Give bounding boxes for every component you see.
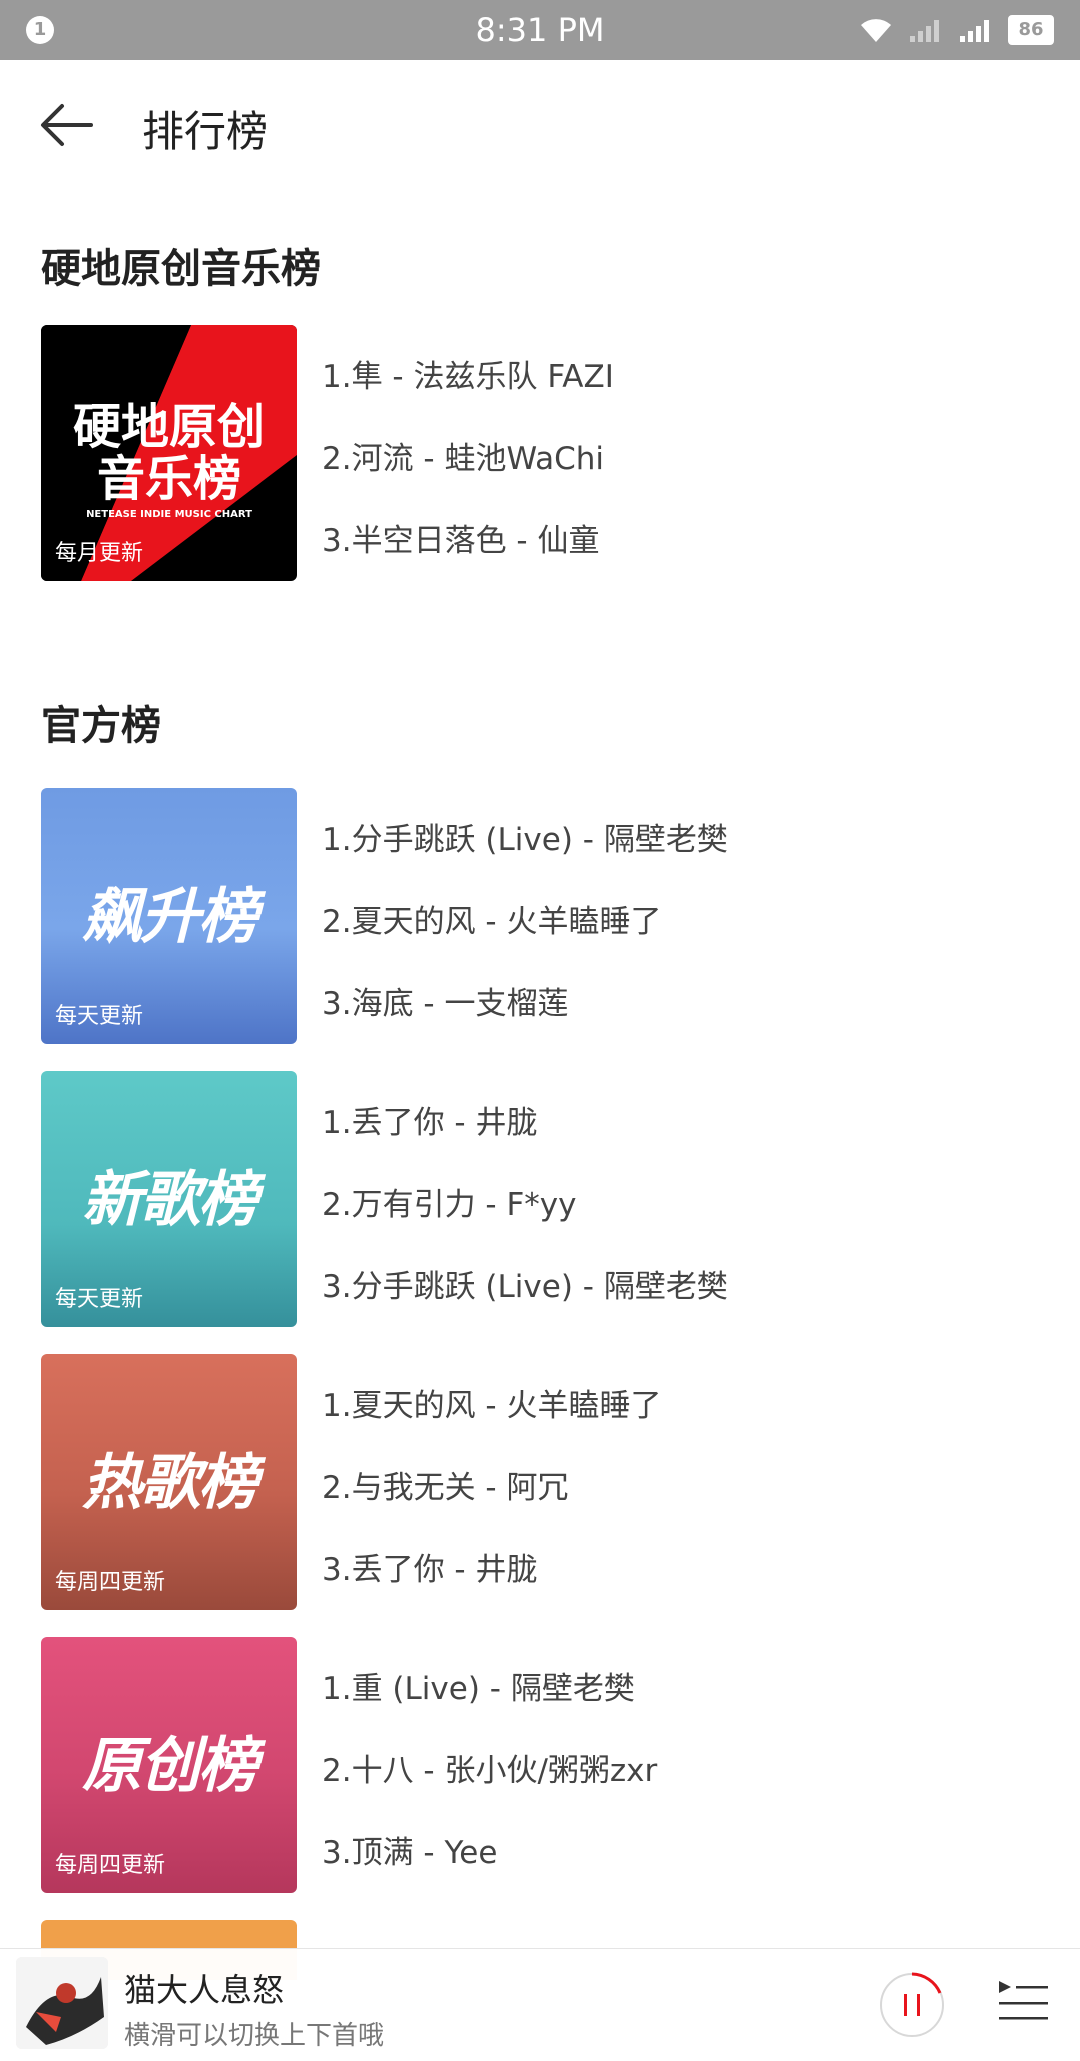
track-item[interactable]: 3.海底 - 一支榴莲 (322, 978, 568, 1023)
track-item[interactable]: 2.夏天的风 - 火羊瞌睡了 (322, 896, 661, 941)
track-item[interactable]: 2.万有引力 - F*yy (322, 1179, 577, 1224)
track-item[interactable]: 2.十八 - 张小伙/粥粥zxr (322, 1745, 657, 1790)
chart-cover-hot[interactable]: 热歌榜 每周四更新 (41, 1354, 297, 1610)
signal-icon-2 (960, 20, 989, 42)
track-item[interactable]: 3.顶满 - Yee (322, 1827, 497, 1872)
track-item[interactable]: 1.丢了你 - 井胧 (322, 1097, 537, 1142)
cover-title-line1: 硬地原创 (72, 399, 265, 455)
chart-original[interactable]: 原创榜 每周四更新 1.重 (Live) - 隔壁老樊 2.十八 - 张小伙/粥… (41, 1637, 1041, 1894)
update-frequency: 每月更新 (55, 541, 144, 566)
battery-indicator: 86 (1008, 15, 1054, 45)
track-item[interactable]: 2.与我无关 - 阿冗 (322, 1462, 568, 1507)
now-playing-hint: 横滑可以切换上下首哦 (124, 2021, 385, 2051)
chart-cover-original[interactable]: 原创榜 每周四更新 (41, 1637, 297, 1893)
cover-title: 原创榜 (82, 1731, 258, 1801)
cover-title-indie: 硬地原创 音乐榜 (41, 401, 297, 505)
update-frequency: 每周四更新 (55, 1853, 166, 1878)
track-item[interactable]: 2.河流 - 蛙池WaChi (322, 433, 604, 478)
status-bar: 1 8:31 PM 86 (0, 0, 1080, 60)
cover-title: 新歌榜 (82, 1165, 258, 1235)
chart-soaring[interactable]: 飙升榜 每天更新 1.分手跳跃 (Live) - 隔壁老樊 2.夏天的风 - 火… (41, 788, 1041, 1045)
chart-indie[interactable]: 硬地原创 音乐榜 NETEASE INDIE MUSIC CHART 每月更新 … (41, 325, 1041, 582)
track-item[interactable]: 3.分手跳跃 (Live) - 隔壁老樊 (322, 1261, 728, 1306)
cover-title-line2: 音乐榜 (96, 451, 241, 507)
section-title-official: 官方榜 (41, 703, 161, 749)
track-item[interactable]: 1.隼 - 法兹乐队 FAZI (322, 351, 614, 396)
status-icons: 86 (858, 12, 1054, 48)
chart-cover-soaring[interactable]: 飙升榜 每天更新 (41, 788, 297, 1044)
now-playing-title: 猫大人息怒 (124, 1971, 285, 2009)
cover-title: 飙升榜 (82, 882, 258, 952)
album-art-image (16, 1957, 108, 2049)
chart-cover-new[interactable]: 新歌榜 每天更新 (41, 1071, 297, 1327)
arrow-left-icon[interactable] (36, 98, 96, 152)
track-item[interactable]: 1.重 (Live) - 隔壁老樊 (322, 1663, 635, 1708)
playlist-icon[interactable] (996, 1975, 1050, 2029)
header: 排行榜 (0, 60, 1080, 190)
page-title: 排行榜 (142, 107, 269, 156)
update-frequency: 每天更新 (55, 1004, 144, 1029)
track-item[interactable]: 3.半空日落色 - 仙童 (322, 515, 599, 560)
chart-new[interactable]: 新歌榜 每天更新 1.丢了你 - 井胧 2.万有引力 - F*yy 3.分手跳跃… (41, 1071, 1041, 1328)
cover-subtitle: NETEASE INDIE MUSIC CHART (86, 509, 252, 520)
chart-hot[interactable]: 热歌榜 每周四更新 1.夏天的风 - 火羊瞌睡了 2.与我无关 - 阿冗 3.丢… (41, 1354, 1041, 1611)
track-item[interactable]: 1.分手跳跃 (Live) - 隔壁老樊 (322, 814, 728, 859)
album-art[interactable] (16, 1957, 108, 2049)
update-frequency: 每天更新 (55, 1287, 144, 1312)
signal-icon (910, 20, 939, 42)
mini-player[interactable]: 猫大人息怒 横滑可以切换上下首哦 (0, 1948, 1080, 2061)
wifi-icon (861, 19, 891, 42)
pause-icon[interactable] (878, 1971, 946, 2039)
section-title-indie: 硬地原创音乐榜 (41, 246, 321, 292)
cover-title: 热歌榜 (82, 1448, 258, 1518)
chart-cover-indie[interactable]: 硬地原创 音乐榜 NETEASE INDIE MUSIC CHART 每月更新 (41, 325, 297, 581)
track-item[interactable]: 3.丢了你 - 井胧 (322, 1544, 537, 1589)
update-frequency: 每周四更新 (55, 1570, 166, 1595)
track-item[interactable]: 1.夏天的风 - 火羊瞌睡了 (322, 1380, 661, 1425)
